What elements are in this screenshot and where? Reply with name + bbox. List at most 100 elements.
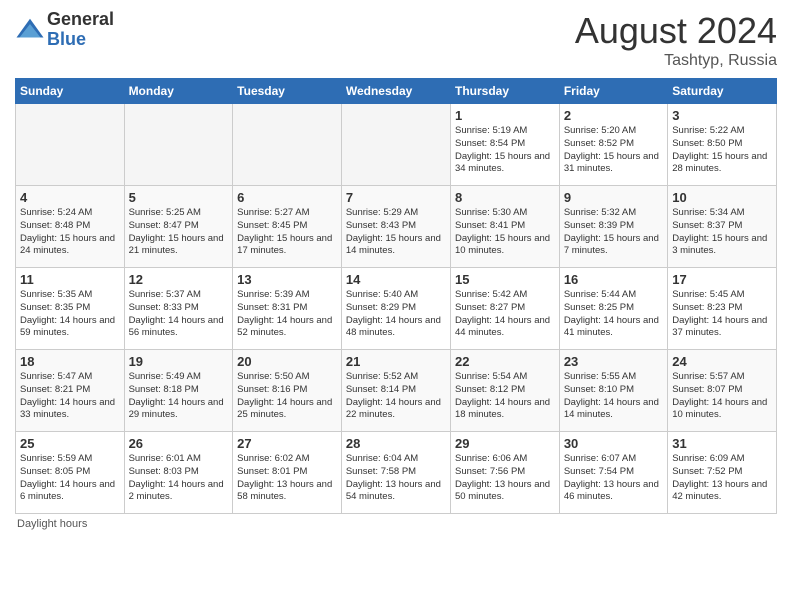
day-number: 3 — [672, 108, 772, 123]
footer-note: Daylight hours — [15, 518, 777, 530]
calendar-day-cell: 22 Sunrise: 5:54 AMSunset: 8:12 PMDayligh… — [450, 350, 559, 432]
calendar-week-row: 11 Sunrise: 5:35 AMSunset: 8:35 PMDayligh… — [16, 268, 777, 350]
day-number: 27 — [237, 436, 337, 451]
day-info: Sunrise: 5:54 AMSunset: 8:12 PMDaylight:… — [455, 371, 555, 422]
location: Tashtyp, Russia — [575, 52, 777, 70]
day-info: Sunrise: 5:40 AMSunset: 8:29 PMDaylight:… — [346, 289, 446, 340]
day-info: Sunrise: 5:44 AMSunset: 8:25 PMDaylight:… — [564, 289, 663, 340]
day-info: Sunrise: 5:27 AMSunset: 8:45 PMDaylight:… — [237, 207, 337, 258]
day-info: Sunrise: 5:24 AMSunset: 8:48 PMDaylight:… — [20, 207, 120, 258]
day-number: 17 — [672, 272, 772, 287]
calendar-week-row: 4 Sunrise: 5:24 AMSunset: 8:48 PMDaylight… — [16, 186, 777, 268]
day-info: Sunrise: 6:01 AMSunset: 8:03 PMDaylight:… — [129, 453, 229, 504]
day-number: 18 — [20, 354, 120, 369]
calendar-table: SundayMondayTuesdayWednesdayThursdayFrid… — [15, 78, 777, 514]
day-number: 15 — [455, 272, 555, 287]
day-number: 25 — [20, 436, 120, 451]
daylight-note: Daylight hours — [17, 518, 87, 530]
day-info: Sunrise: 5:59 AMSunset: 8:05 PMDaylight:… — [20, 453, 120, 504]
calendar-day-cell: 28Sunrise: 6:04 AMSunset: 7:58 PMDayligh… — [341, 432, 450, 514]
day-info: Sunrise: 5:32 AMSunset: 8:39 PMDaylight:… — [564, 207, 663, 258]
day-number: 31 — [672, 436, 772, 451]
day-info: Sunrise: 5:37 AMSunset: 8:33 PMDaylight:… — [129, 289, 229, 340]
calendar-day-cell: 24 Sunrise: 5:57 AMSunset: 8:07 PMDayligh… — [668, 350, 777, 432]
logo-general: General — [47, 10, 114, 30]
day-info: Sunrise: 5:47 AMSunset: 8:21 PMDaylight:… — [20, 371, 120, 422]
calendar-day-cell: 9 Sunrise: 5:32 AMSunset: 8:39 PMDaylight… — [559, 186, 667, 268]
day-info: Sunrise: 6:06 AMSunset: 7:56 PMDaylight:… — [455, 453, 555, 504]
logo: General Blue — [15, 10, 114, 50]
day-info: Sunrise: 5:57 AMSunset: 8:07 PMDaylight:… — [672, 371, 772, 422]
day-info: Sunrise: 5:29 AMSunset: 8:43 PMDaylight:… — [346, 207, 446, 258]
day-number: 20 — [237, 354, 337, 369]
calendar-day-cell: 18 Sunrise: 5:47 AMSunset: 8:21 PMDayligh… — [16, 350, 125, 432]
day-number: 11 — [20, 272, 120, 287]
day-number: 19 — [129, 354, 229, 369]
day-number: 28 — [346, 436, 446, 451]
calendar-day-header: Wednesday — [341, 79, 450, 104]
day-info: Sunrise: 5:19 AMSunset: 8:54 PMDaylight:… — [455, 125, 555, 176]
calendar-week-row: 18 Sunrise: 5:47 AMSunset: 8:21 PMDayligh… — [16, 350, 777, 432]
calendar-day-cell: 2 Sunrise: 5:20 AMSunset: 8:52 PMDaylight… — [559, 104, 667, 186]
day-info: Sunrise: 5:49 AMSunset: 8:18 PMDaylight:… — [129, 371, 229, 422]
day-number: 26 — [129, 436, 229, 451]
calendar-day-cell: 3Sunrise: 5:22 AMSunset: 8:50 PMDaylight… — [668, 104, 777, 186]
day-number: 16 — [564, 272, 663, 287]
calendar-day-cell: 26 Sunrise: 6:01 AMSunset: 8:03 PMDayligh… — [124, 432, 233, 514]
day-number: 9 — [564, 190, 663, 205]
day-number: 4 — [20, 190, 120, 205]
day-info: Sunrise: 5:25 AMSunset: 8:47 PMDaylight:… — [129, 207, 229, 258]
day-number: 14 — [346, 272, 446, 287]
calendar-week-row: 25 Sunrise: 5:59 AMSunset: 8:05 PMDayligh… — [16, 432, 777, 514]
calendar-day-header: Tuesday — [233, 79, 342, 104]
calendar-day-cell: 12 Sunrise: 5:37 AMSunset: 8:33 PMDayligh… — [124, 268, 233, 350]
calendar-day-cell: 17 Sunrise: 5:45 AMSunset: 8:23 PMDayligh… — [668, 268, 777, 350]
calendar-day-header: Saturday — [668, 79, 777, 104]
day-number: 24 — [672, 354, 772, 369]
day-info: Sunrise: 5:42 AMSunset: 8:27 PMDaylight:… — [455, 289, 555, 340]
calendar-day-cell: 20Sunrise: 5:50 AMSunset: 8:16 PMDayligh… — [233, 350, 342, 432]
month-title: August 2024 — [575, 10, 777, 52]
day-number: 12 — [129, 272, 229, 287]
logo-text: General Blue — [47, 10, 114, 50]
day-number: 30 — [564, 436, 663, 451]
calendar-day-cell: 30Sunrise: 6:07 AMSunset: 7:54 PMDayligh… — [559, 432, 667, 514]
day-number: 8 — [455, 190, 555, 205]
day-number: 5 — [129, 190, 229, 205]
calendar-day-cell: 29 Sunrise: 6:06 AMSunset: 7:56 PMDayligh… — [450, 432, 559, 514]
calendar-day-cell: 31 Sunrise: 6:09 AMSunset: 7:52 PMDayligh… — [668, 432, 777, 514]
day-info: Sunrise: 5:34 AMSunset: 8:37 PMDaylight:… — [672, 207, 772, 258]
day-number: 29 — [455, 436, 555, 451]
page-header: General Blue August 2024 Tashtyp, Russia — [15, 10, 777, 70]
day-info: Sunrise: 6:09 AMSunset: 7:52 PMDaylight:… — [672, 453, 772, 504]
day-number: 7 — [346, 190, 446, 205]
day-number: 2 — [564, 108, 663, 123]
calendar-day-cell: 14 Sunrise: 5:40 AMSunset: 8:29 PMDayligh… — [341, 268, 450, 350]
day-info: Sunrise: 5:35 AMSunset: 8:35 PMDaylight:… — [20, 289, 120, 340]
calendar-week-row: 1Sunrise: 5:19 AMSunset: 8:54 PMDaylight… — [16, 104, 777, 186]
day-info: Sunrise: 5:55 AMSunset: 8:10 PMDaylight:… — [564, 371, 663, 422]
calendar-day-header: Sunday — [16, 79, 125, 104]
calendar-day-cell: 27Sunrise: 6:02 AMSunset: 8:01 PMDayligh… — [233, 432, 342, 514]
day-info: Sunrise: 5:20 AMSunset: 8:52 PMDaylight:… — [564, 125, 663, 176]
day-number: 23 — [564, 354, 663, 369]
day-number: 10 — [672, 190, 772, 205]
page-container: General Blue August 2024 Tashtyp, Russia… — [0, 0, 792, 535]
calendar-header-row: SundayMondayTuesdayWednesdayThursdayFrid… — [16, 79, 777, 104]
calendar-day-header: Monday — [124, 79, 233, 104]
day-info: Sunrise: 5:52 AMSunset: 8:14 PMDaylight:… — [346, 371, 446, 422]
calendar-day-cell — [341, 104, 450, 186]
day-number: 22 — [455, 354, 555, 369]
calendar-day-cell: 25 Sunrise: 5:59 AMSunset: 8:05 PMDayligh… — [16, 432, 125, 514]
logo-icon — [15, 15, 45, 45]
day-info: Sunrise: 5:45 AMSunset: 8:23 PMDaylight:… — [672, 289, 772, 340]
calendar-day-cell: 6Sunrise: 5:27 AMSunset: 8:45 PMDaylight… — [233, 186, 342, 268]
day-number: 13 — [237, 272, 337, 287]
calendar-day-cell: 10 Sunrise: 5:34 AMSunset: 8:37 PMDayligh… — [668, 186, 777, 268]
calendar-day-cell — [233, 104, 342, 186]
day-info: Sunrise: 5:39 AMSunset: 8:31 PMDaylight:… — [237, 289, 337, 340]
calendar-day-cell: 7 Sunrise: 5:29 AMSunset: 8:43 PMDaylight… — [341, 186, 450, 268]
logo-blue: Blue — [47, 30, 114, 50]
title-block: August 2024 Tashtyp, Russia — [575, 10, 777, 70]
calendar-day-cell: 8Sunrise: 5:30 AMSunset: 8:41 PMDaylight… — [450, 186, 559, 268]
